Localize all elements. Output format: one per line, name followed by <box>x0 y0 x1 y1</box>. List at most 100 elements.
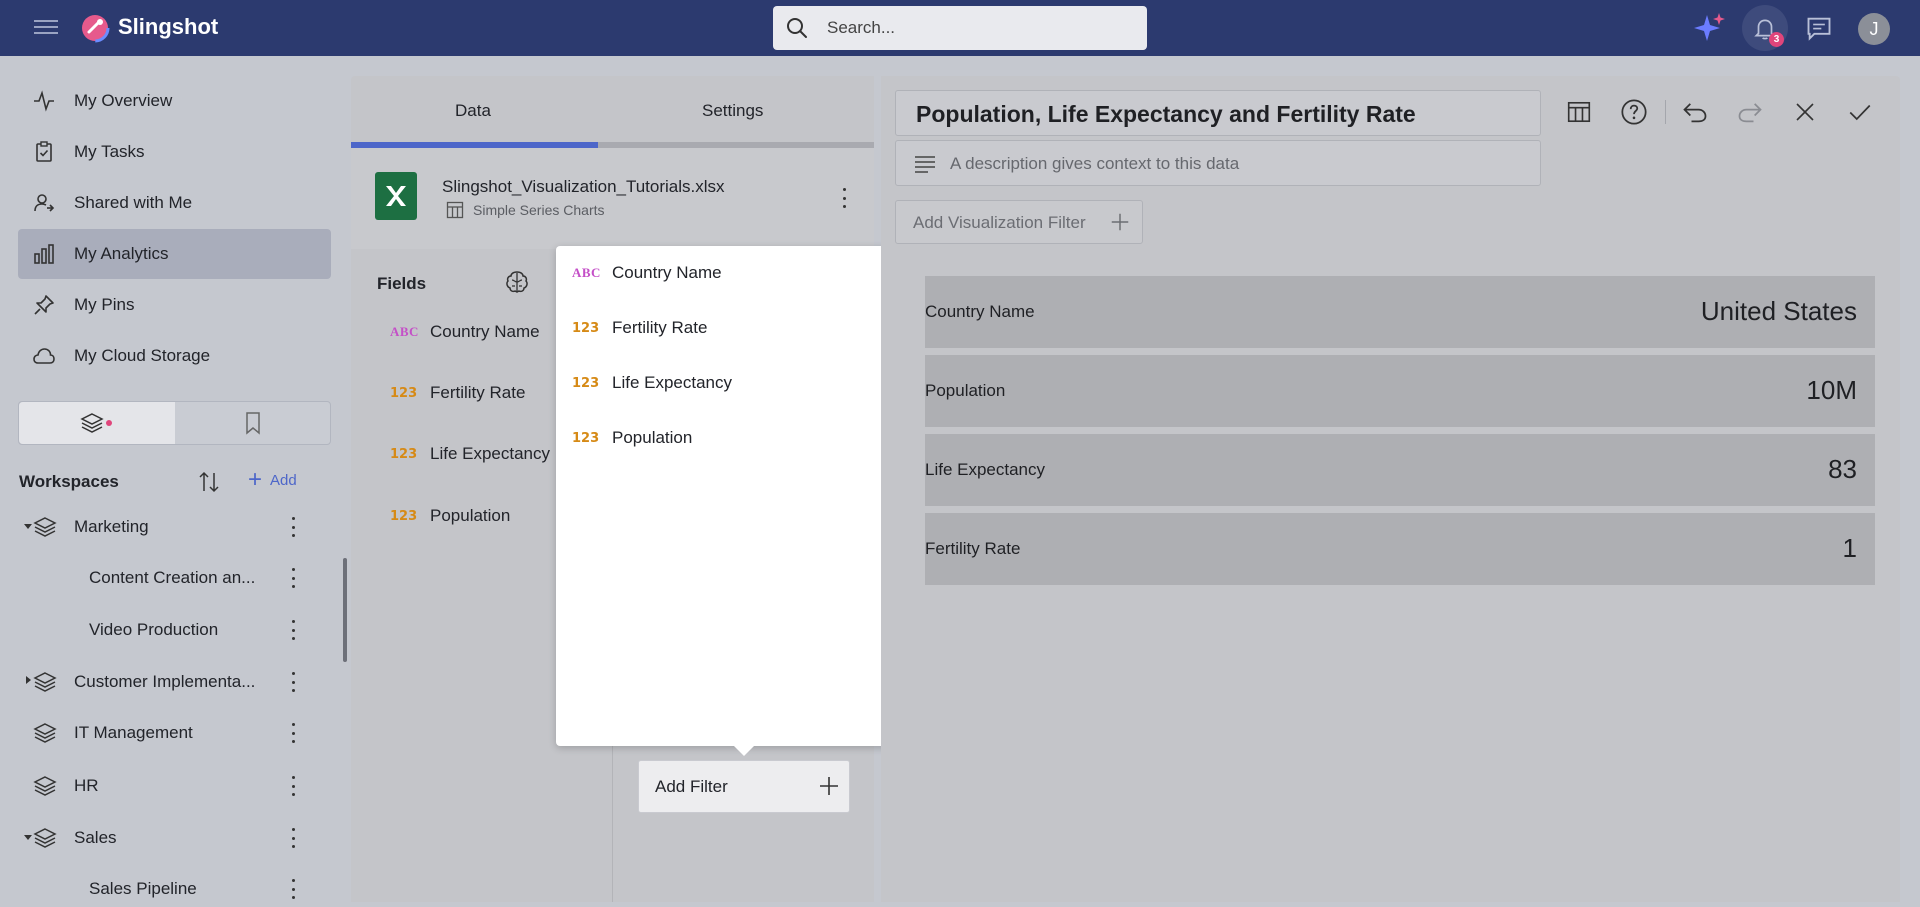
nav-my-cloud-storage[interactable]: My Cloud Storage <box>18 331 331 381</box>
undo-icon[interactable] <box>1677 94 1713 130</box>
workspaces-title: Workspaces <box>19 472 119 491</box>
text-lines-icon <box>915 156 935 173</box>
workspaces-tab[interactable] <box>19 402 175 444</box>
notification-count-badge: 3 <box>1769 32 1784 47</box>
search-icon <box>787 18 807 38</box>
more-options-icon[interactable] <box>290 723 296 743</box>
sidebar: My Overview My Tasks Shared with Me My A… <box>0 56 350 907</box>
workspace-label: Customer Implementa... <box>74 672 256 691</box>
kpi-value: 10M <box>1806 375 1857 405</box>
workspace-video-production[interactable]: Video Production <box>18 608 331 652</box>
caret-right-icon[interactable] <box>26 676 31 684</box>
layers-icon <box>33 723 57 743</box>
dropdown-item-fertility-rate[interactable]: 123 Fertility Rate <box>572 316 707 340</box>
number-type-icon: 123 <box>572 375 600 391</box>
bookmarks-tab[interactable] <box>175 402 330 444</box>
workspace-content-creation[interactable]: Content Creation an... <box>18 556 331 600</box>
kpi-value: 1 <box>1842 533 1857 563</box>
add-workspace-button[interactable]: + Add <box>248 468 297 492</box>
kpi-value: 83 <box>1828 454 1857 484</box>
bookmark-icon <box>245 412 260 435</box>
chat-icon[interactable] <box>1799 8 1839 48</box>
kpi-row[interactable]: Country Name United States <box>925 276 1875 348</box>
nav-label: My Analytics <box>74 244 169 263</box>
more-options-icon[interactable] <box>290 776 296 796</box>
workspace-hr[interactable]: HR <box>18 764 331 808</box>
nav-label: Shared with Me <box>74 193 193 212</box>
slingshot-logo-icon <box>80 13 110 43</box>
dropdown-item-life-expectancy[interactable]: 123 Life Expectancy <box>572 371 732 395</box>
visualization-title-field[interactable]: Population, Life Expectancy and Fertilit… <box>895 90 1541 136</box>
brain-icon[interactable] <box>503 268 531 296</box>
workspace-customer-implementation[interactable]: Customer Implementa... <box>18 660 331 704</box>
workspace-marketing[interactable]: Marketing <box>18 505 331 549</box>
text-type-icon: ABC <box>572 265 601 280</box>
sort-icon[interactable] <box>196 469 222 495</box>
more-options-icon[interactable] <box>290 828 296 848</box>
filter-field-dropdown: ABC Country Name 123 Fertility Rate 123 … <box>556 246 931 746</box>
workspaces-header: Workspaces + Add <box>18 464 331 500</box>
description-input[interactable] <box>950 152 1510 176</box>
user-avatar[interactable]: J <box>1858 13 1890 45</box>
workspace-sales-pipeline[interactable]: Sales Pipeline <box>18 867 331 907</box>
close-icon[interactable] <box>1787 94 1823 130</box>
top-bar: Slingshot 3 J <box>0 0 1920 56</box>
visualization-description-field[interactable] <box>895 140 1541 186</box>
nav-my-overview[interactable]: My Overview <box>18 76 331 126</box>
more-options-icon[interactable] <box>290 568 296 588</box>
source-more-options-icon[interactable] <box>841 188 847 208</box>
more-options-icon[interactable] <box>290 620 296 640</box>
redo-icon[interactable] <box>1732 94 1768 130</box>
ai-sparkle-icon[interactable] <box>1690 8 1730 48</box>
more-options-icon[interactable] <box>290 672 296 692</box>
field-country-name[interactable]: ABC Country Name <box>390 320 540 344</box>
number-type-icon: 123 <box>390 446 418 462</box>
add-visualization-filter-button[interactable]: Add Visualization Filter <box>895 200 1143 244</box>
add-filter-button[interactable]: Add Filter <box>638 760 850 813</box>
dropdown-item-population[interactable]: 123 Population <box>572 426 692 450</box>
layers-icon <box>33 517 57 537</box>
tab-data[interactable]: Data <box>455 101 491 121</box>
nav-my-tasks[interactable]: My Tasks <box>18 127 331 177</box>
dropdown-item-country-name[interactable]: ABC Country Name <box>572 261 722 285</box>
table-view-icon[interactable] <box>1561 94 1597 130</box>
kpi-row[interactable]: Life Expectancy 83 <box>925 434 1875 506</box>
caret-down-icon[interactable] <box>24 524 32 529</box>
sidebar-scrollbar[interactable] <box>343 558 347 662</box>
notifications-button[interactable]: 3 <box>1742 5 1788 51</box>
field-population[interactable]: 123 Population <box>390 504 510 528</box>
more-options-icon[interactable] <box>290 879 296 899</box>
more-options-icon[interactable] <box>290 517 296 537</box>
kpi-row[interactable]: Population 10M <box>925 355 1875 427</box>
dropdown-item-label: Country Name <box>612 263 722 282</box>
confirm-check-icon[interactable] <box>1842 94 1878 130</box>
workspace-it-management[interactable]: IT Management <box>18 711 331 755</box>
caret-down-icon[interactable] <box>24 835 32 840</box>
nav-label: My Pins <box>74 295 135 314</box>
tab-settings[interactable]: Settings <box>702 101 763 121</box>
field-fertility-rate[interactable]: 123 Fertility Rate <box>390 381 525 405</box>
dropdown-item-label: Population <box>612 428 693 447</box>
text-type-icon: ABC <box>390 324 419 339</box>
data-source[interactable]: Slingshot_Visualization_Tutorials.xlsx S… <box>351 148 874 249</box>
dropdown-item-label: Life Expectancy <box>612 373 733 392</box>
source-sheet-name: Simple Series Charts <box>473 202 605 218</box>
workspace-label: Marketing <box>74 517 149 536</box>
help-icon[interactable] <box>1616 94 1652 130</box>
menu-icon[interactable] <box>34 16 58 40</box>
nav-shared-with-me[interactable]: Shared with Me <box>18 178 331 228</box>
dropdown-pointer <box>733 745 755 756</box>
nav-my-analytics[interactable]: My Analytics <box>18 229 331 279</box>
user-share-icon <box>32 191 56 215</box>
search-box[interactable] <box>773 6 1147 50</box>
search-input[interactable] <box>827 16 1127 40</box>
workspace-sales[interactable]: Sales <box>18 816 331 860</box>
nav-label: My Cloud Storage <box>74 346 211 365</box>
kpi-row[interactable]: Fertility Rate 1 <box>925 513 1875 585</box>
kpi-label: Population <box>925 381 1006 400</box>
workspace-label: IT Management <box>74 723 193 742</box>
field-life-expectancy[interactable]: 123 Life Expectancy <box>390 442 550 466</box>
nav-my-pins[interactable]: My Pins <box>18 280 331 330</box>
nav-label: My Tasks <box>74 142 145 161</box>
kpi-label: Fertility Rate <box>925 539 1021 558</box>
